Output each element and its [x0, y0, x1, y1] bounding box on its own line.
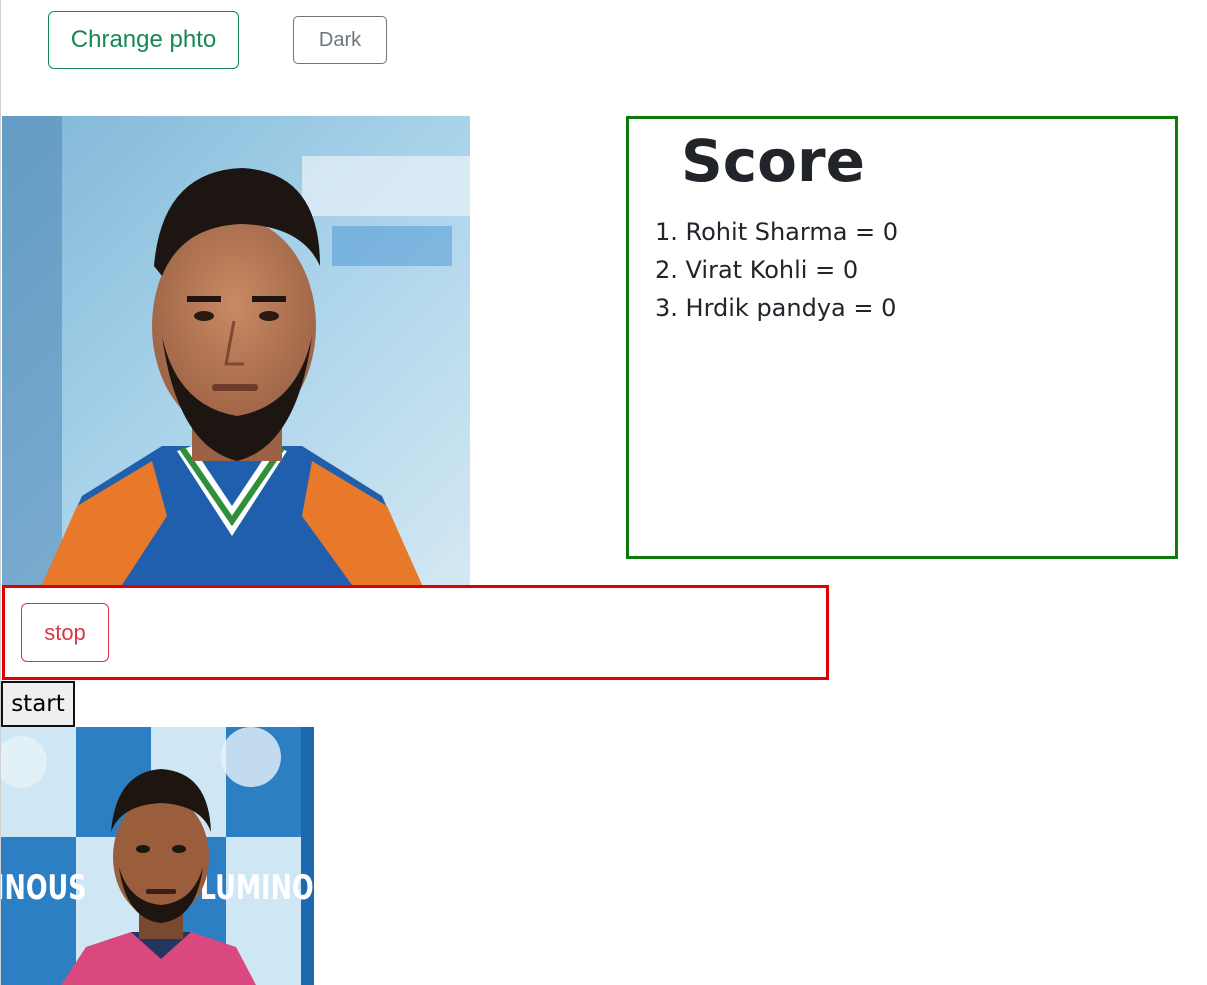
logo-text-left: INOUS [1, 868, 87, 908]
change-photo-button[interactable]: Chrange phto [48, 11, 239, 69]
score-item: 3. Hrdik pandya = 0 [655, 294, 897, 322]
score-item: 2. Virat Kohli = 0 [655, 256, 859, 284]
player-portrait-image [2, 116, 470, 585]
dark-mode-button[interactable]: Dark [293, 16, 387, 64]
start-button[interactable]: start [1, 681, 75, 727]
second-player-photo: INOUS LUMINOUS [1, 727, 314, 985]
page: Chrange phto Dark Score 1. Rohit Sharma … [0, 0, 1207, 985]
score-item: 1. Rohit Sharma = 0 [655, 218, 899, 246]
player-photo [2, 116, 470, 585]
score-title: Score [681, 127, 865, 195]
score-panel: Score 1. Rohit Sharma = 0 2. Virat Kohli… [626, 116, 1178, 559]
second-player-image: INOUS LUMINOUS [1, 727, 314, 985]
logo-text-right: LUMINOUS [200, 868, 314, 908]
stop-panel: stop [2, 585, 829, 680]
stop-button[interactable]: stop [21, 603, 109, 662]
score-list: 1. Rohit Sharma = 0 2. Virat Kohli = 0 3… [655, 213, 898, 327]
